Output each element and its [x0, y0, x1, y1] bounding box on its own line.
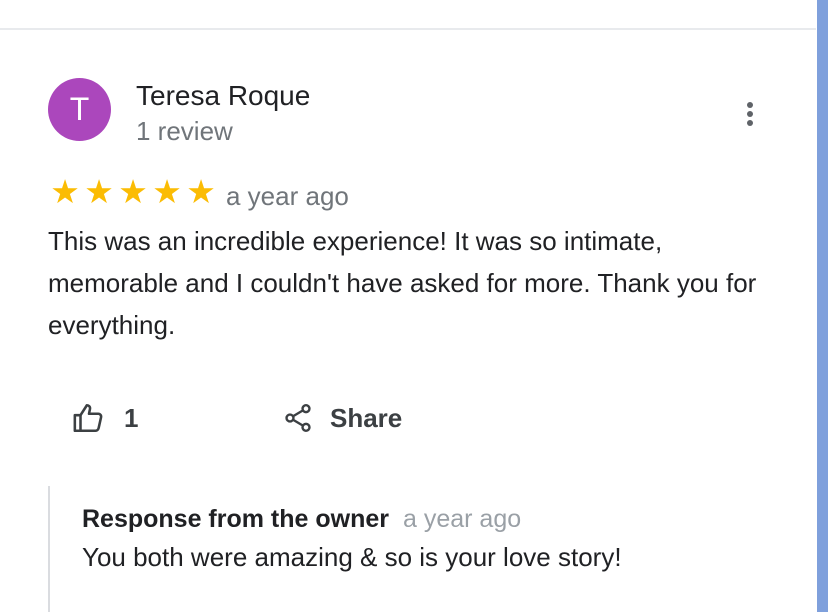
star-icon: ★	[152, 173, 182, 210]
owner-response-date: a year ago	[403, 505, 522, 533]
star-rating: ★ ★ ★ ★ ★	[48, 172, 218, 212]
star-icon: ★	[50, 173, 80, 210]
owner-response-text: You both were amazing & so is your love …	[82, 542, 622, 572]
owner-response-header: Response from the owner a year ago	[82, 505, 521, 534]
scrollbar-thumb[interactable]	[817, 0, 828, 612]
star-icon: ★	[118, 173, 148, 210]
share-icon	[285, 404, 311, 432]
review-count[interactable]: 1 review	[136, 116, 233, 147]
response-divider	[48, 486, 50, 612]
avatar[interactable]: T	[48, 78, 111, 141]
thumb-up-icon	[73, 403, 103, 433]
owner-response-title: Response from the owner	[82, 505, 389, 533]
star-icon: ★	[186, 173, 216, 210]
review-date: a year ago	[226, 181, 349, 211]
share-label: Share	[330, 402, 403, 433]
star-icon: ★	[84, 173, 114, 210]
review-page: T Teresa Roque 1 review ★ ★ ★ ★ ★ a year ago…	[0, 0, 828, 612]
reviewer-name[interactable]: Teresa Roque	[136, 80, 310, 112]
more-options-button[interactable]	[734, 94, 766, 134]
like-count: 1	[124, 402, 139, 433]
share-button[interactable]: Share	[282, 396, 402, 440]
like-button[interactable]: 1	[72, 396, 138, 440]
review-text: This was an incredible experience! It wa…	[48, 226, 757, 340]
top-divider	[0, 28, 816, 30]
